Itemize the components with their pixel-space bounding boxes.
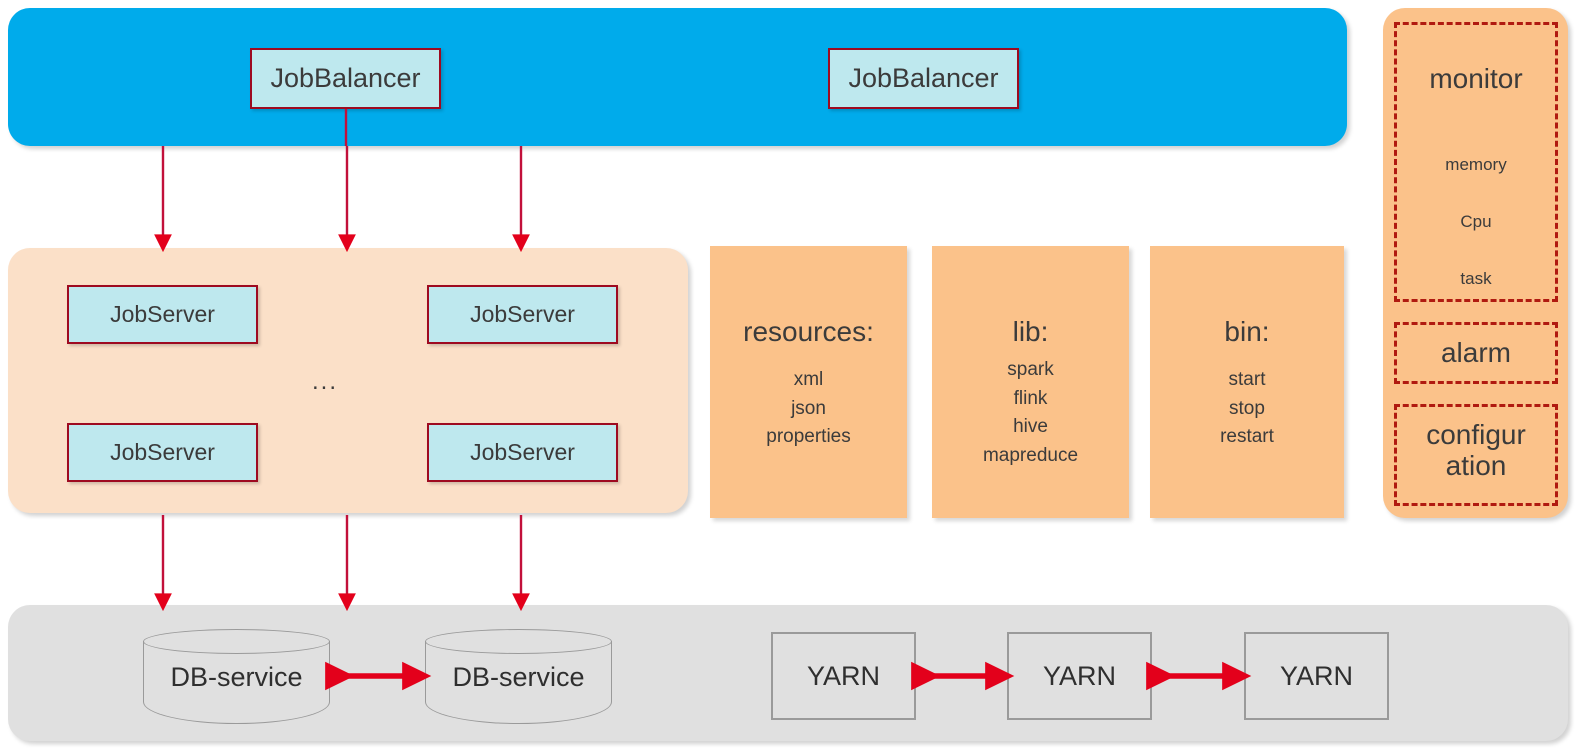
module-bin-item-0: start — [1228, 369, 1266, 390]
sidebar-configuration-title-line1: configur — [1426, 419, 1526, 450]
module-resources-title: resources: — [743, 316, 874, 347]
jobserver-node-4-label: JobServer — [470, 439, 575, 465]
module-lib-item-0: spark — [1007, 359, 1054, 380]
db-service-2-label: DB-service — [452, 662, 585, 692]
module-resources-item-2: properties — [766, 426, 851, 447]
architecture-diagram: JobBalancer JobBalancer JobServer JobSer… — [0, 0, 1577, 753]
sidebar-monitor-title: monitor — [1429, 63, 1523, 94]
module-lib-title: lib: — [1012, 316, 1049, 347]
sidebar-section-monitor[interactable]: monitor memory Cpu task — [1394, 22, 1558, 302]
sidebar-monitor-items: memory Cpu task — [1397, 137, 1555, 308]
jobserver-node-1-label: JobServer — [110, 301, 215, 327]
module-lib-item-1: flink — [1013, 387, 1048, 409]
module-lib-item-2: hive — [1013, 416, 1048, 437]
sidebar-monitor-item-2: task — [1460, 268, 1492, 288]
jobserver-node-1[interactable]: JobServer — [67, 285, 258, 344]
cluster-ellipsis: ... — [311, 368, 338, 395]
yarn-node-1-label: YARN — [806, 660, 880, 691]
db-service-cylinder-2[interactable]: DB-service — [425, 629, 612, 724]
module-resources-item-0: xml — [793, 369, 824, 390]
module-lib-items: spark flink hive mapreduce — [932, 356, 1129, 470]
module-bin-item-1: stop — [1229, 397, 1265, 419]
jobserver-node-4[interactable]: JobServer — [427, 423, 618, 482]
jobserver-node-2-label: JobServer — [470, 301, 575, 327]
db-cylinder-top — [425, 629, 612, 654]
db-service-1-label: DB-service — [170, 662, 303, 692]
yarn-node-3[interactable]: YARN — [1244, 632, 1389, 720]
module-bin-items: start stop restart — [1150, 366, 1344, 452]
module-bin-title: bin: — [1224, 316, 1270, 347]
sidebar-configuration-title: configur ation — [1397, 419, 1555, 482]
db-cylinder-top — [143, 629, 330, 654]
jobbalancer-node-1[interactable]: JobBalancer — [250, 48, 441, 109]
module-resources-items: xml json properties — [710, 366, 907, 452]
module-bin-item-2: restart — [1220, 426, 1274, 447]
module-panel-lib: lib: spark flink hive mapreduce — [932, 246, 1129, 518]
module-lib-item-3: mapreduce — [982, 444, 1079, 466]
module-panel-bin: bin: start stop restart — [1150, 246, 1344, 518]
sidebar-section-configuration[interactable]: configur ation — [1394, 404, 1558, 506]
yarn-node-1[interactable]: YARN — [771, 632, 916, 720]
yarn-node-3-label: YARN — [1279, 660, 1353, 691]
sidebar-monitor-item-0: memory — [1445, 155, 1507, 174]
yarn-node-2[interactable]: YARN — [1007, 632, 1152, 720]
sidebar-alarm-title: alarm — [1440, 337, 1511, 368]
module-panel-resources: resources: xml json properties — [710, 246, 907, 518]
module-resources-item-1: json — [791, 397, 826, 419]
db-service-cylinder-1[interactable]: DB-service — [143, 629, 330, 724]
jobbalancer-node-1-label: JobBalancer — [270, 63, 421, 93]
yarn-node-2-label: YARN — [1042, 660, 1116, 691]
sidebar-monitor-item-1: Cpu — [1460, 211, 1492, 231]
jobbalancer-node-2-label: JobBalancer — [848, 63, 999, 93]
balancer-layer-panel — [8, 8, 1347, 146]
sidebar-configuration-title-line2: ation — [1445, 450, 1507, 482]
sidebar-section-alarm[interactable]: alarm — [1394, 322, 1558, 384]
jobserver-node-2[interactable]: JobServer — [427, 285, 618, 344]
jobbalancer-node-2[interactable]: JobBalancer — [828, 48, 1019, 109]
jobserver-node-3-label: JobServer — [110, 439, 215, 465]
jobserver-node-3[interactable]: JobServer — [67, 423, 258, 482]
